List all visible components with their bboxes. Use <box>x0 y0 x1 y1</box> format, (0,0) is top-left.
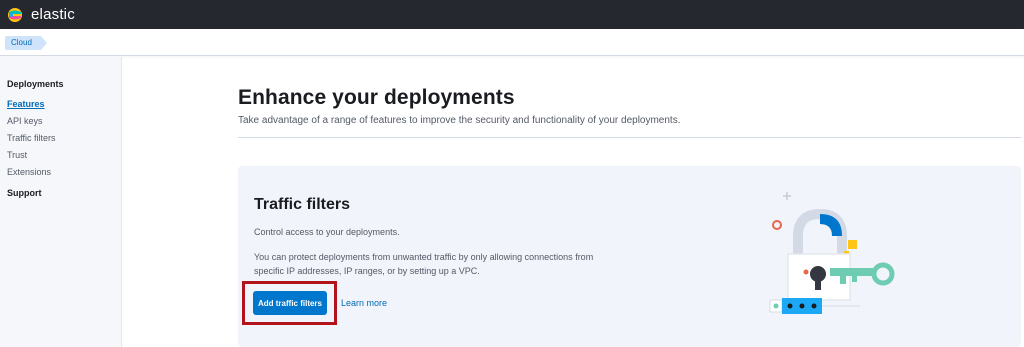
learn-more-link[interactable]: Learn more <box>341 298 387 308</box>
sidebar-item-extensions[interactable]: Extensions <box>7 167 51 177</box>
sidebar-item-features[interactable]: Features <box>7 99 45 109</box>
lock-and-key-illustration <box>769 192 895 314</box>
elastic-logo-icon[interactable] <box>7 7 23 23</box>
sidebar-item-trust[interactable]: Trust <box>7 150 27 160</box>
page-subtitle: Take advantage of a range of features to… <box>238 115 681 126</box>
panel-body-text: You can protect deployments from unwante… <box>254 252 594 276</box>
panel-title: Traffic filters <box>254 196 351 213</box>
sidebar: Deployments Features API keys Traffic fi… <box>0 57 122 347</box>
brand-name[interactable]: elastic <box>31 6 75 23</box>
sidebar-heading-support[interactable]: Support <box>7 188 42 198</box>
sidebar-item-traffic-filters[interactable]: Traffic filters <box>7 133 56 143</box>
breadcrumb: Cloud Features <box>0 29 1024 56</box>
sidebar-item-api-keys[interactable]: API keys <box>7 116 43 126</box>
sidebar-heading-deployments: Deployments <box>7 79 64 89</box>
add-traffic-filters-button[interactable]: Add traffic filters <box>253 291 327 315</box>
breadcrumb-cloud[interactable]: Cloud <box>5 36 47 50</box>
top-header: elastic <box>0 0 1024 29</box>
panel-description: Control access to your deployments. <box>254 227 400 237</box>
page-title: Enhance your deployments <box>238 86 515 109</box>
header-divider <box>238 137 1021 138</box>
